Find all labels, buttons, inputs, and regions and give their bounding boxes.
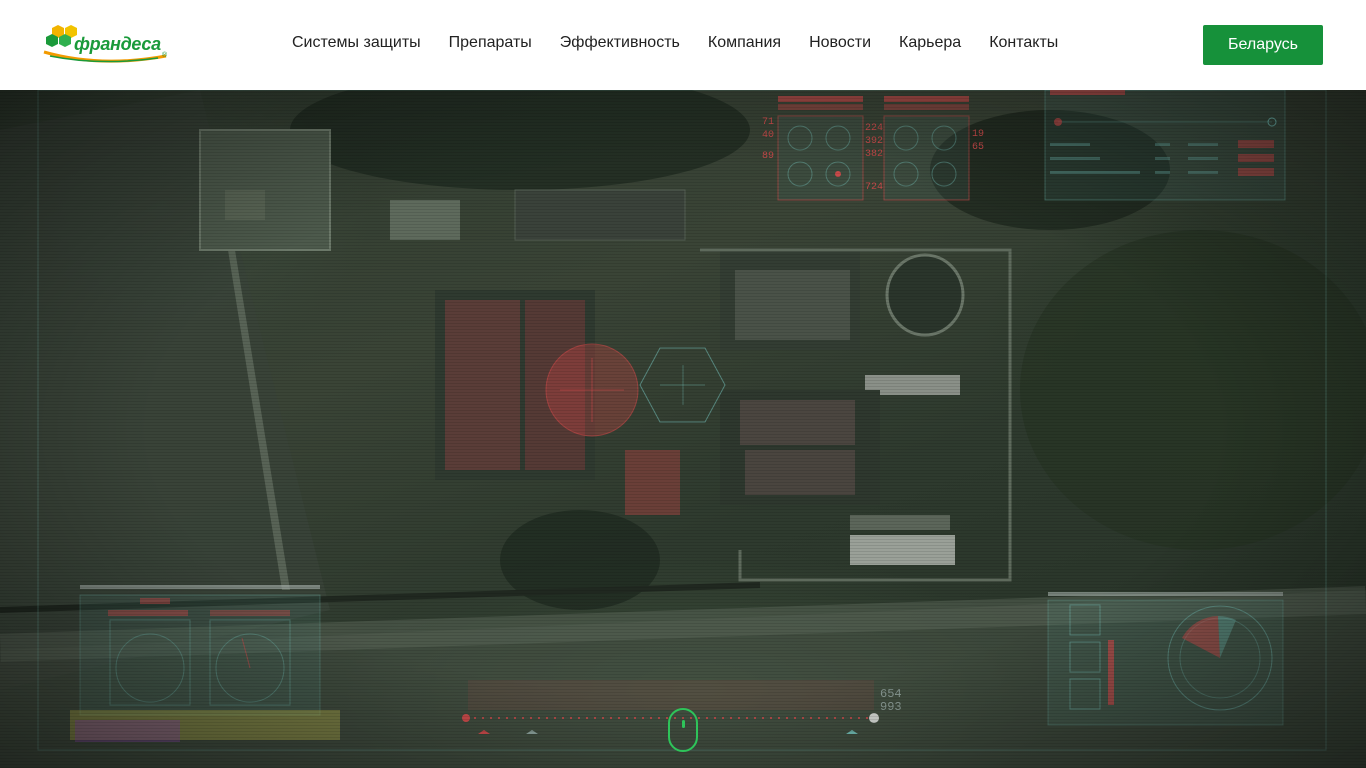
nav-item-contacts[interactable]: Контакты xyxy=(989,34,1058,52)
nav-item-career[interactable]: Карьера xyxy=(899,34,961,52)
brand-logo[interactable]: франдеса ® xyxy=(40,22,170,66)
nav-item-efficiency[interactable]: Эффективность xyxy=(560,34,680,52)
aerial-farm-scene xyxy=(0,90,1366,768)
hud-left-readout: 71 40 89 xyxy=(762,116,774,163)
hud-value: 89 xyxy=(762,151,775,162)
hud-value: 19 xyxy=(972,129,985,140)
country-select-button[interactable]: Беларусь xyxy=(1203,25,1323,65)
hud-mid-readout: 224 392 382 724 xyxy=(865,122,883,194)
logo-registered-mark: ® xyxy=(162,52,168,59)
nav-item-news[interactable]: Новости xyxy=(809,34,871,52)
nav-item-protection-systems[interactable]: Системы защиты xyxy=(292,34,421,52)
logo-wordmark: франдеса xyxy=(74,34,161,54)
altitude-readout: 654 993 xyxy=(880,688,902,714)
hud-value: 724 xyxy=(865,182,884,193)
hud-right-readout: 19 65 xyxy=(972,128,984,154)
nav-item-company[interactable]: Компания xyxy=(708,34,781,52)
site-header: франдеса ® Системы защиты Препараты Эффе… xyxy=(0,0,1366,90)
hud-value: 392 xyxy=(865,136,884,147)
hud-value: 382 xyxy=(865,149,884,160)
mouse-scroll-icon[interactable] xyxy=(668,708,698,752)
hero-drone-view: 71 40 89 224 392 382 724 19 65 654 993 xyxy=(0,90,1366,768)
altitude-value: 993 xyxy=(880,700,902,714)
nav-item-products[interactable]: Препараты xyxy=(449,34,532,52)
main-nav: Системы защиты Препараты Эффективность К… xyxy=(292,34,1058,52)
hud-value: 224 xyxy=(865,123,884,134)
hud-value: 40 xyxy=(762,130,775,141)
hud-value: 65 xyxy=(972,142,985,153)
hud-value: 71 xyxy=(762,117,775,128)
